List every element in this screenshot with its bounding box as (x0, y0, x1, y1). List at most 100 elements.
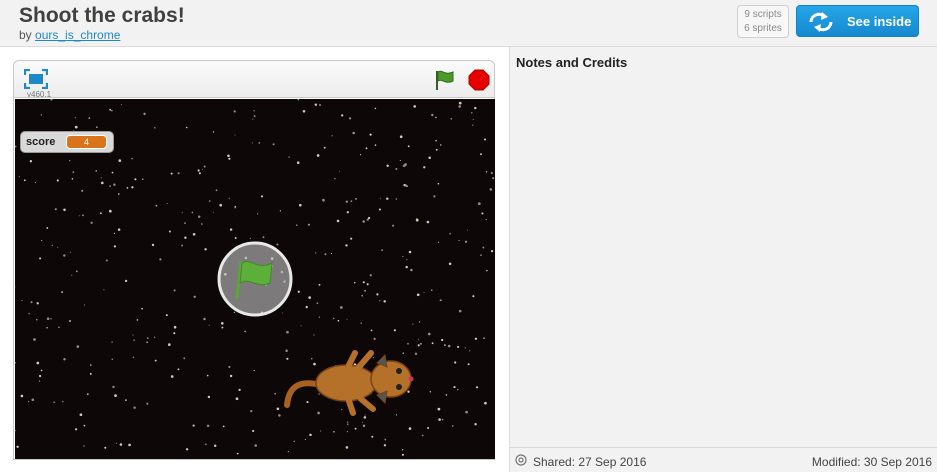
star (298, 203, 302, 207)
star (467, 363, 470, 366)
star (392, 224, 395, 227)
star (297, 99, 300, 101)
green-flag-icon[interactable] (434, 69, 456, 91)
star (483, 402, 486, 404)
star (228, 365, 231, 368)
star (346, 211, 349, 214)
star (58, 326, 60, 329)
star (444, 344, 446, 346)
star (445, 394, 448, 396)
star (89, 372, 92, 375)
star (36, 302, 39, 305)
author-link[interactable]: ours_is_chrome (35, 28, 120, 42)
star (206, 374, 209, 377)
star (320, 430, 322, 432)
star (324, 253, 327, 256)
star (133, 339, 135, 341)
star (46, 227, 49, 229)
star (429, 391, 432, 393)
star (213, 444, 217, 448)
star (112, 385, 115, 389)
star (490, 249, 494, 253)
see-inside-button[interactable]: See inside (796, 5, 919, 37)
cat-sprite (284, 350, 414, 416)
project-player: v460.1 score 4 (13, 60, 495, 460)
star (253, 110, 255, 112)
star (331, 135, 333, 137)
star (272, 143, 275, 146)
star (427, 332, 431, 336)
star (68, 319, 72, 323)
star (132, 356, 135, 358)
star (100, 177, 102, 179)
star (296, 161, 300, 164)
green-flag-icon[interactable] (217, 241, 293, 317)
star (95, 170, 97, 172)
star (334, 177, 336, 180)
star (435, 139, 437, 142)
star (63, 254, 66, 257)
star (464, 347, 467, 349)
fullscreen-icon[interactable] (24, 69, 48, 89)
star (451, 425, 454, 427)
shared-icon (515, 454, 527, 466)
star (477, 202, 481, 205)
star (376, 293, 379, 296)
star (421, 434, 424, 437)
game-stage[interactable]: score 4 (15, 99, 495, 459)
star (471, 112, 473, 114)
star (469, 350, 471, 352)
star (279, 210, 282, 212)
star (205, 443, 207, 446)
player-version: v460.1 (27, 90, 52, 99)
star (15, 145, 17, 148)
star (415, 218, 419, 222)
star (355, 198, 357, 200)
star (304, 438, 307, 441)
star (36, 361, 40, 365)
star (18, 176, 20, 178)
star (426, 220, 430, 224)
star (83, 304, 86, 306)
notes-title: Notes and Credits (516, 55, 628, 70)
star (28, 401, 30, 403)
star (439, 299, 441, 301)
star (474, 337, 478, 340)
star (402, 449, 404, 451)
scripts-count: 9 scripts (744, 9, 782, 20)
stop-sign-icon[interactable] (468, 69, 490, 91)
star (117, 193, 120, 195)
star (410, 268, 413, 272)
project-title: Shoot the crabs! (19, 4, 185, 27)
star (457, 389, 459, 391)
star (168, 230, 171, 233)
star (71, 274, 73, 276)
star (341, 114, 344, 117)
star (131, 157, 133, 160)
star (28, 312, 30, 315)
star (181, 244, 184, 247)
score-label: score (26, 136, 56, 148)
star (458, 239, 460, 242)
star (53, 401, 55, 403)
star (31, 398, 35, 402)
star (124, 279, 128, 283)
star (109, 185, 111, 187)
star (253, 369, 255, 372)
star (46, 326, 48, 329)
star (113, 183, 116, 186)
star (300, 325, 302, 327)
star (90, 221, 93, 224)
star (40, 114, 42, 116)
star (111, 110, 113, 112)
star (366, 283, 369, 286)
star (133, 406, 136, 409)
star (83, 424, 86, 427)
star (417, 344, 420, 347)
star (362, 424, 366, 428)
star (146, 402, 149, 405)
project-header: Shoot the crabs! by ours_is_chrome 9 scr… (0, 0, 937, 47)
star (313, 334, 315, 336)
star (345, 244, 348, 247)
star (40, 369, 43, 372)
